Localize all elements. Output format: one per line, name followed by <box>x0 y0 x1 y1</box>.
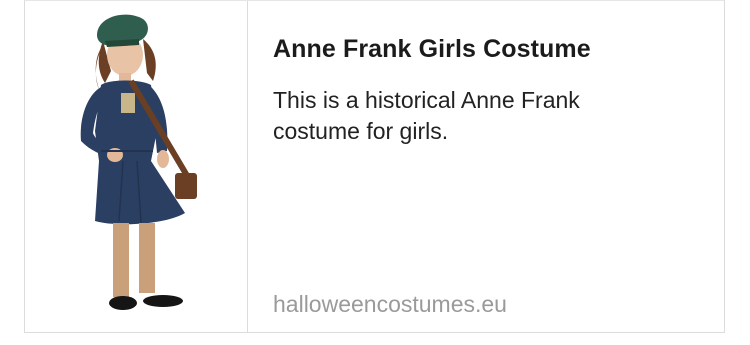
preview-thumbnail[interactable] <box>25 1 248 332</box>
costume-photo <box>80 14 197 310</box>
preview-domain[interactable]: halloweencostumes.eu <box>273 291 507 318</box>
preview-title[interactable]: Anne Frank Girls Costume <box>273 35 591 64</box>
link-preview-card[interactable]: Anne Frank Girls Costume This is a histo… <box>24 0 725 333</box>
preview-description: This is a historical Anne Frank costume … <box>273 87 580 144</box>
